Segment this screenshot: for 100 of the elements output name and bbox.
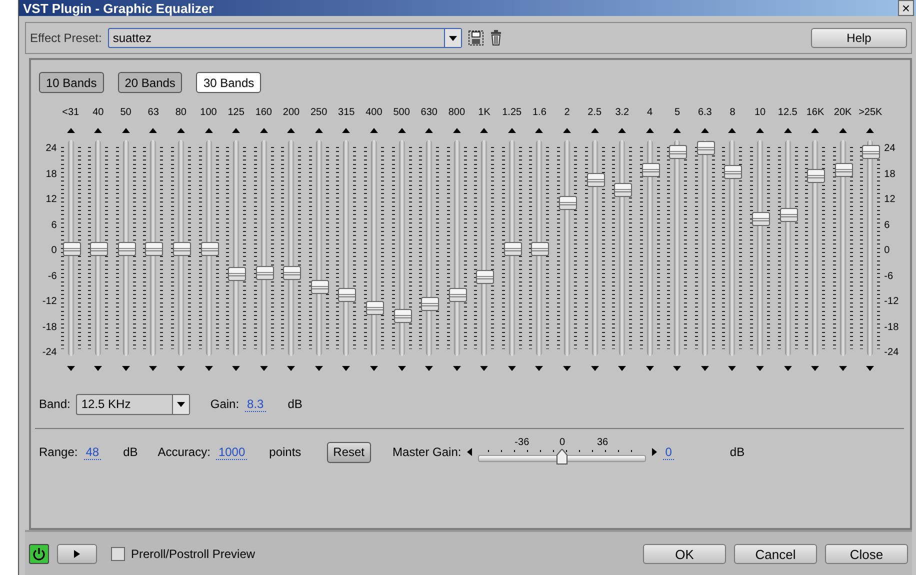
slider-thumb[interactable] xyxy=(256,266,274,280)
up-arrow-icon[interactable] xyxy=(646,128,654,133)
down-arrow-icon[interactable] xyxy=(94,366,102,371)
down-arrow-icon[interactable] xyxy=(149,366,158,371)
up-arrow-icon[interactable] xyxy=(260,128,268,133)
slider-thumb[interactable] xyxy=(614,183,632,198)
up-arrow-icon[interactable] xyxy=(370,128,378,133)
up-arrow-icon[interactable] xyxy=(618,128,626,133)
slider-thumb[interactable] xyxy=(834,163,853,178)
slider-thumb[interactable] xyxy=(366,300,384,315)
up-arrow-icon[interactable] xyxy=(314,128,323,133)
master-gain-value[interactable]: 0 xyxy=(663,444,674,460)
up-arrow-icon[interactable] xyxy=(784,128,792,133)
down-arrow-icon[interactable] xyxy=(590,366,599,371)
up-arrow-icon[interactable] xyxy=(563,128,572,133)
slider-thumb[interactable] xyxy=(283,266,302,280)
slider-thumb[interactable] xyxy=(559,196,578,210)
slider-thumb[interactable] xyxy=(556,449,568,465)
up-arrow-icon[interactable] xyxy=(866,128,874,133)
up-arrow-icon[interactable] xyxy=(535,128,544,133)
up-arrow-icon[interactable] xyxy=(811,128,820,133)
down-arrow-icon[interactable] xyxy=(480,366,488,371)
up-arrow-icon[interactable] xyxy=(728,128,736,133)
up-arrow-icon[interactable] xyxy=(94,128,102,133)
up-arrow-icon[interactable] xyxy=(176,128,185,133)
slider-thumb[interactable] xyxy=(172,242,191,256)
down-arrow-icon[interactable] xyxy=(66,366,75,371)
down-arrow-icon[interactable] xyxy=(784,366,792,371)
down-arrow-icon[interactable] xyxy=(563,366,572,371)
dialog-button[interactable]: Close xyxy=(825,544,908,564)
play-button[interactable] xyxy=(57,544,97,564)
down-arrow-icon[interactable] xyxy=(646,366,654,371)
up-arrow-icon[interactable] xyxy=(838,128,847,133)
help-button[interactable]: Help xyxy=(811,28,907,48)
slider-thumb[interactable] xyxy=(807,169,826,184)
down-arrow-icon[interactable] xyxy=(728,366,736,371)
slider-thumb[interactable] xyxy=(642,163,660,178)
slider-thumb[interactable] xyxy=(696,141,715,155)
down-arrow-icon[interactable] xyxy=(811,366,820,371)
preset-dropdown[interactable]: suattez xyxy=(108,28,462,48)
bands-mode-button[interactable]: 20 Bands xyxy=(118,72,182,93)
slider-thumb[interactable] xyxy=(780,208,798,222)
up-arrow-icon[interactable] xyxy=(425,128,434,133)
up-arrow-icon[interactable] xyxy=(66,128,75,133)
slider-thumb[interactable] xyxy=(531,242,550,256)
dialog-button[interactable]: OK xyxy=(643,544,726,564)
close-button[interactable]: × xyxy=(898,0,914,16)
up-arrow-icon[interactable] xyxy=(287,128,296,133)
down-arrow-icon[interactable] xyxy=(176,366,185,371)
down-arrow-icon[interactable] xyxy=(673,366,682,371)
down-arrow-icon[interactable] xyxy=(452,366,461,371)
down-arrow-icon[interactable] xyxy=(700,366,709,371)
up-arrow-icon[interactable] xyxy=(480,128,488,133)
bands-mode-button[interactable]: 10 Bands xyxy=(39,72,104,93)
up-arrow-icon[interactable] xyxy=(122,128,130,133)
up-arrow-icon[interactable] xyxy=(398,128,406,133)
slider-thumb[interactable] xyxy=(394,308,412,323)
slider-thumb[interactable] xyxy=(476,270,494,284)
down-arrow-icon[interactable] xyxy=(866,366,874,371)
slider-thumb[interactable] xyxy=(586,173,605,188)
up-arrow-icon[interactable] xyxy=(149,128,158,133)
bands-mode-button[interactable]: 30 Bands xyxy=(196,72,262,93)
down-arrow-icon[interactable] xyxy=(425,366,434,371)
down-arrow-icon[interactable] xyxy=(287,366,296,371)
up-arrow-icon[interactable] xyxy=(232,128,240,133)
right-arrow-icon[interactable] xyxy=(652,448,658,456)
slider-thumb[interactable] xyxy=(118,242,136,256)
down-arrow-icon[interactable] xyxy=(618,366,626,371)
down-arrow-icon[interactable] xyxy=(508,366,516,371)
gain-value[interactable]: 8.3 xyxy=(245,396,266,412)
slider-thumb[interactable] xyxy=(62,242,81,256)
left-arrow-icon[interactable] xyxy=(467,448,472,456)
slider-thumb[interactable] xyxy=(145,242,164,256)
slider-thumb[interactable] xyxy=(310,280,329,294)
down-arrow-icon[interactable] xyxy=(370,366,378,371)
down-arrow-icon[interactable] xyxy=(398,366,406,371)
up-arrow-icon[interactable] xyxy=(756,128,764,133)
up-arrow-icon[interactable] xyxy=(673,128,682,133)
power-button[interactable] xyxy=(29,544,49,564)
slider-thumb[interactable] xyxy=(421,296,440,311)
slider-thumb[interactable] xyxy=(338,288,356,302)
slider-thumb[interactable] xyxy=(724,165,742,180)
checkbox[interactable] xyxy=(111,547,125,561)
slider-thumb[interactable] xyxy=(669,145,688,160)
reset-button[interactable]: Reset xyxy=(327,442,371,462)
slider-thumb[interactable] xyxy=(504,242,522,256)
down-arrow-icon[interactable] xyxy=(232,366,240,371)
up-arrow-icon[interactable] xyxy=(700,128,709,133)
trash-icon[interactable] xyxy=(490,30,502,46)
accuracy-value[interactable]: 1000 xyxy=(216,444,248,460)
band-dropdown[interactable]: 12.5 KHz xyxy=(76,394,190,414)
up-arrow-icon[interactable] xyxy=(452,128,461,133)
down-arrow-icon[interactable] xyxy=(122,366,130,371)
up-arrow-icon[interactable] xyxy=(508,128,516,133)
range-value[interactable]: 48 xyxy=(84,444,102,460)
up-arrow-icon[interactable] xyxy=(590,128,599,133)
up-arrow-icon[interactable] xyxy=(204,128,212,133)
down-arrow-icon[interactable] xyxy=(838,366,847,371)
down-arrow-icon[interactable] xyxy=(314,366,323,371)
down-arrow-icon[interactable] xyxy=(260,366,268,371)
